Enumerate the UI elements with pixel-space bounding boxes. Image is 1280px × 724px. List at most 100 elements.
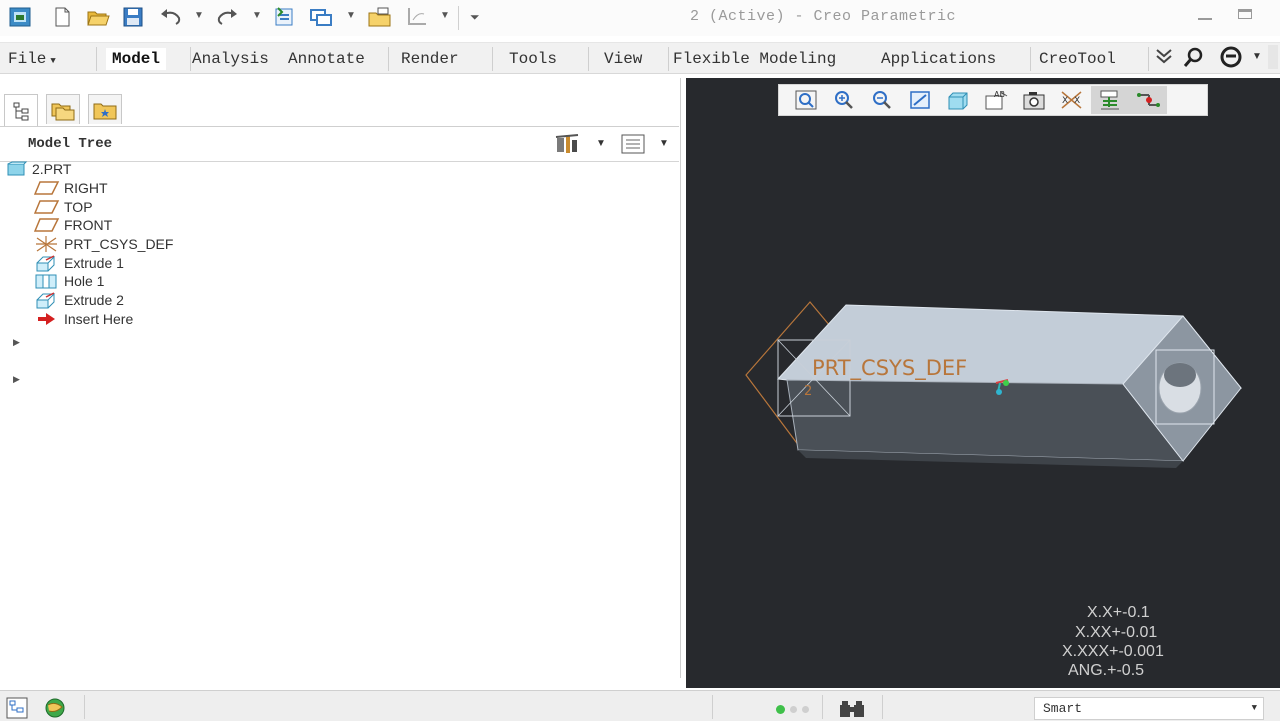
favorites-icon: [93, 103, 117, 119]
status-dot-icon: [802, 706, 809, 713]
regeneration-status-icon: [776, 705, 785, 714]
tree-settings-dropdown-icon[interactable]: ▼: [596, 138, 606, 149]
part-icon: [7, 161, 28, 176]
search-icon[interactable]: [1182, 45, 1206, 74]
model-tree-header: Model Tree ▼ ▼: [0, 126, 679, 162]
app-menu-icon[interactable]: [8, 6, 32, 28]
datum-label: 2: [804, 384, 812, 399]
help-icon[interactable]: [1218, 45, 1246, 74]
tree-item-top[interactable]: TOP: [34, 198, 93, 216]
tab-creotool[interactable]: CreoTool: [1039, 50, 1116, 68]
new-file-icon[interactable]: [52, 6, 72, 28]
status-divider: [84, 695, 85, 719]
selection-filter[interactable]: Smart ▼: [1034, 697, 1264, 720]
tree-item-part[interactable]: 2.PRT: [6, 160, 71, 178]
close-window-icon[interactable]: [366, 6, 394, 28]
tree-item-extrude-1[interactable]: Extrude 1: [34, 254, 124, 272]
folder-browser-icon: [51, 103, 75, 120]
svg-text:AB: AB: [994, 90, 1005, 99]
saved-orientations-icon[interactable]: AB: [977, 86, 1015, 114]
zoom-in-icon[interactable]: [825, 86, 863, 114]
open-file-icon[interactable]: [86, 6, 110, 28]
sketch-dropdown-icon: ▼: [440, 10, 450, 21]
view-manager-icon[interactable]: [1015, 86, 1053, 114]
repaint-icon[interactable]: [901, 86, 939, 114]
tree-item-front[interactable]: FRONT: [34, 216, 112, 234]
refit-icon[interactable]: [787, 86, 825, 114]
tree-item-csys[interactable]: PRT_CSYS_DEF: [34, 235, 173, 253]
navigator-panel: Model Tree ▼ ▼ 2.PRT RIGHT TOP FRONT PRT…: [0, 78, 681, 678]
status-dot-icon: [790, 706, 797, 713]
windows-dropdown-icon[interactable]: ▼: [346, 10, 356, 21]
model-graphic: 2: [745, 301, 1243, 468]
tab-render[interactable]: Render: [401, 50, 459, 68]
tab-model-tree[interactable]: [4, 94, 38, 126]
model-tree-title: Model Tree: [28, 136, 113, 152]
find-icon[interactable]: [838, 699, 866, 724]
tab-divider: [1148, 47, 1149, 71]
show-options-dropdown-icon[interactable]: ▼: [659, 138, 669, 149]
datum-display-icon[interactable]: XX: [1053, 86, 1091, 114]
svg-text:X: X: [1062, 96, 1068, 106]
customize-toolbar-icon[interactable]: ⏷: [470, 10, 480, 25]
tab-applications[interactable]: Applications: [881, 50, 996, 68]
toolbar-divider: [458, 6, 459, 30]
tree-settings-icon[interactable]: [554, 132, 584, 161]
expand-extrude-1-icon[interactable]: ▶: [13, 337, 20, 348]
tree-item-insert-here[interactable]: Insert Here: [34, 310, 133, 328]
tab-analysis[interactable]: Analysis: [192, 50, 269, 68]
model-tree-icon: [13, 102, 29, 120]
windows-icon[interactable]: [308, 6, 336, 28]
ribbon-scroll[interactable]: [1268, 45, 1278, 69]
tolerance-2: X.XX+-0.01: [1075, 624, 1158, 641]
tab-flexible-modeling[interactable]: Flexible Modeling: [673, 50, 836, 68]
tolerance-3: X.XXX+-0.001: [1062, 643, 1164, 660]
help-dropdown-icon[interactable]: ▼: [1252, 51, 1262, 62]
minimize-ribbon-icon[interactable]: [1154, 45, 1174, 72]
annotation-display-icon[interactable]: [1091, 86, 1129, 114]
tab-annotate[interactable]: Annotate: [288, 50, 365, 68]
undo-icon[interactable]: [158, 6, 184, 28]
svg-text:X: X: [1074, 96, 1080, 106]
graphics-viewport[interactable]: 2 PRT_CSYS_DEF X.X+-0.1 X.XX+-0.01 X.XXX…: [686, 78, 1280, 688]
tab-tools[interactable]: Tools: [509, 50, 557, 68]
maximize-icon[interactable]: [1238, 9, 1252, 19]
tree-item-extrude-2[interactable]: Extrude 2: [34, 291, 124, 309]
expand-extrude-2-icon[interactable]: ▶: [13, 374, 20, 385]
csys-origin: [1003, 380, 1009, 386]
tree-item-right[interactable]: RIGHT: [34, 179, 108, 197]
undo-dropdown-icon[interactable]: ▼: [194, 10, 204, 21]
title-bar: ▼ ▼ ▼ ▼ ⏷ 2 (Active) - Creo Parametric: [0, 0, 1280, 36]
tab-favorites[interactable]: [88, 94, 122, 124]
display-style-icon[interactable]: [939, 86, 977, 114]
csys-icon: [36, 236, 57, 252]
extrude-icon: [36, 255, 56, 272]
tab-view[interactable]: View: [604, 50, 642, 68]
tree-item-label: Insert Here: [64, 311, 134, 327]
status-divider: [882, 695, 883, 719]
tolerance-ang: ANG.+-0.5: [1068, 662, 1145, 679]
regenerate-icon[interactable]: [272, 6, 298, 28]
chevron-down-icon: ▼: [1251, 703, 1257, 713]
tab-divider: [388, 47, 389, 71]
tab-divider: [668, 47, 669, 71]
save-icon[interactable]: [122, 6, 144, 28]
datum-plane-icon: [34, 200, 60, 214]
minimize-icon[interactable]: [1198, 18, 1212, 20]
csys-label: PRT_CSYS_DEF: [812, 356, 968, 380]
spin-center-icon[interactable]: [1129, 86, 1167, 114]
extrude-icon: [36, 292, 56, 309]
tree-item-hole-1[interactable]: Hole 1: [34, 272, 104, 290]
selection-filter-value: Smart: [1043, 701, 1083, 716]
insert-arrow-icon: [38, 313, 55, 325]
tab-model[interactable]: Model: [106, 48, 167, 70]
tab-file[interactable]: File ▼: [8, 50, 56, 68]
file-menu-dropdown-icon: ▼: [50, 56, 56, 66]
show-options-icon[interactable]: [620, 132, 646, 161]
redo-icon[interactable]: [214, 6, 240, 28]
tab-folder-browser[interactable]: [46, 94, 80, 124]
tree-item-label: TOP: [64, 199, 93, 215]
zoom-out-icon[interactable]: [863, 86, 901, 114]
redo-dropdown-icon[interactable]: ▼: [252, 10, 262, 21]
tab-divider: [96, 47, 97, 71]
